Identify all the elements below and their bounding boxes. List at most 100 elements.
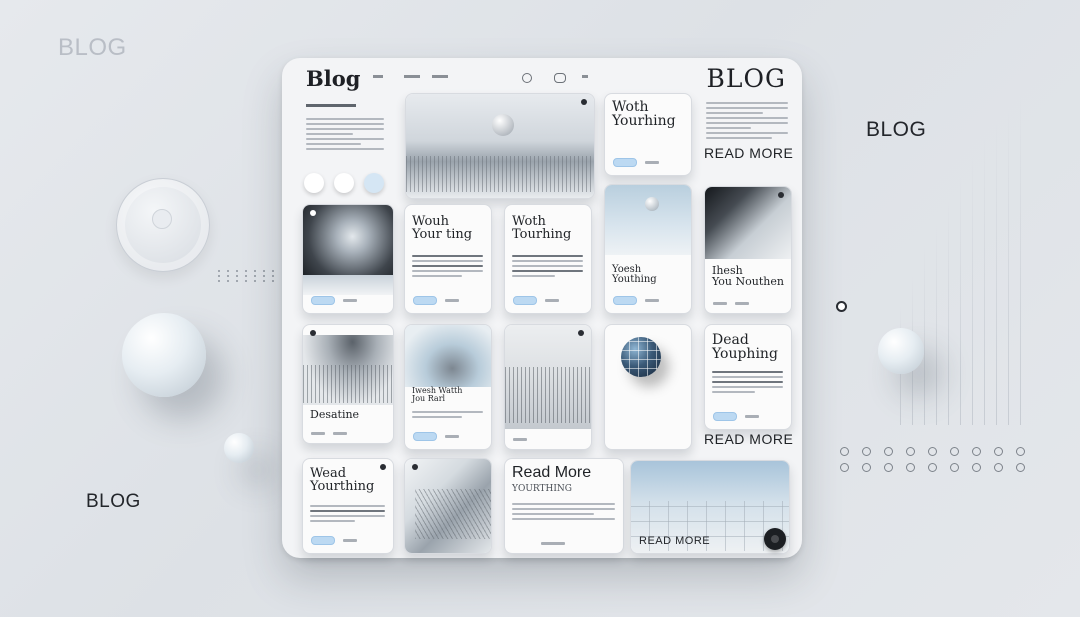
card-image-sphere [645,197,659,211]
right-sphere-decoration [878,328,924,374]
card-title: Wouh Your ting [412,214,473,242]
card-actions [713,412,759,421]
card-actions [413,432,459,441]
circle-row-decoration-1 [840,447,1025,456]
post-card-7[interactable]: Desatine [302,324,394,444]
read-button[interactable] [311,296,335,305]
nav-user-icon[interactable] [554,73,566,83]
post-card-3[interactable]: Wouh Your ting [404,204,492,314]
card-excerpt [512,255,583,280]
read-button[interactable] [613,158,637,167]
intro-heading [306,104,356,107]
post-card-6[interactable]: Ihesh You Nouthen [704,186,792,314]
card-image-ground [303,275,393,295]
card-title: Iwesh Watth Jou Rarl [412,386,463,403]
large-sphere-decoration [122,313,206,397]
intro-button-1[interactable] [304,173,324,193]
play-button[interactable] [764,528,786,550]
card-actions [613,296,659,305]
meta-text [735,302,749,305]
card-pin [310,210,316,216]
card-actions [311,432,347,435]
post-card-2[interactable] [302,204,394,314]
meta-text [343,539,357,542]
blog-logo[interactable]: Blog [306,66,360,91]
card-excerpt [412,411,483,421]
read-button[interactable] [413,296,437,305]
read-button[interactable] [413,432,437,441]
card-actions [713,302,749,305]
globe-icon [621,337,661,377]
post-card-5[interactable]: Yoesh Youthing [604,184,692,314]
blog-panel: Blog BLOG Woth Yourhing READ MORE Wouh Y… [282,58,802,558]
card-actions [513,438,527,441]
meta-text [541,542,565,545]
post-card-9[interactable] [504,324,592,450]
card-actions [311,536,357,545]
card-pin [578,330,584,336]
meta-text [745,415,759,418]
card-title: Wead Yourthing [310,466,375,494]
card-image [405,325,491,387]
right-column-text [706,102,788,142]
nav-link-1[interactable] [373,75,383,78]
nav-link-2[interactable] [404,75,420,78]
card-title: Dead Youphing [712,332,778,362]
meta-text [445,435,459,438]
post-card-14[interactable]: Read More YOURTHING [504,458,624,554]
card-title: Ihesh You Nouthen [712,264,784,288]
card-title: Woth Tourhing [512,214,572,242]
card-title: Woth Yourhing [612,99,676,129]
post-card-1[interactable]: Woth Yourhing [604,93,692,176]
card-excerpt [310,505,385,525]
meta-text [333,432,347,435]
post-card-11[interactable]: Dead Youphing [704,324,792,430]
small-dark-dot-decoration [836,301,847,312]
card-actions [413,296,459,305]
ring-center-dot [152,209,172,229]
glass-ring-decoration [116,178,210,272]
dot-grid-decoration [218,270,278,282]
card-title: Desatine [310,408,360,421]
post-card-hero[interactable] [405,93,595,199]
intro-button-3[interactable] [364,173,384,193]
card-actions [541,542,565,545]
meta-text [645,161,659,164]
small-sphere-decoration [224,433,254,463]
read-button[interactable] [311,536,335,545]
post-card-13[interactable] [404,458,492,554]
intro-button-2[interactable] [334,173,354,193]
card-excerpt [412,255,483,280]
card-actions [613,158,659,167]
card-excerpt [512,503,615,523]
card-subtitle: YOURTHING [512,484,572,494]
post-card-4[interactable]: Woth Tourhing [504,204,592,314]
card-image [705,187,791,259]
nav-search-icon[interactable] [522,73,532,83]
circle-row-decoration-2 [840,463,1025,472]
read-more-link-3[interactable]: READ MORE [639,535,710,547]
card-title: Read More [512,464,592,481]
read-button[interactable] [513,296,537,305]
hero-lines-texture [406,156,594,192]
nav-link-4[interactable] [582,75,588,78]
post-card-10[interactable] [604,324,692,450]
card-image [303,205,393,275]
post-card-8[interactable]: Iwesh Watth Jou Rarl [404,324,492,450]
read-more-link-2[interactable]: READ MORE [704,431,793,447]
meta-text [713,302,727,305]
background-blog-bottom-left: BLOG [86,491,141,512]
meta-text [445,299,459,302]
intro-text [306,118,384,153]
read-button[interactable] [613,296,637,305]
card-actions [513,296,559,305]
post-card-12[interactable]: Wead Yourthing [302,458,394,554]
nav-link-3[interactable] [432,75,448,78]
meta-text [513,438,527,441]
read-more-link-1[interactable]: READ MORE [704,145,793,161]
card-pin [310,330,316,336]
card-pin [412,464,418,470]
meta-text [645,299,659,302]
read-button[interactable] [713,412,737,421]
hero-sun-sphere [492,114,514,136]
